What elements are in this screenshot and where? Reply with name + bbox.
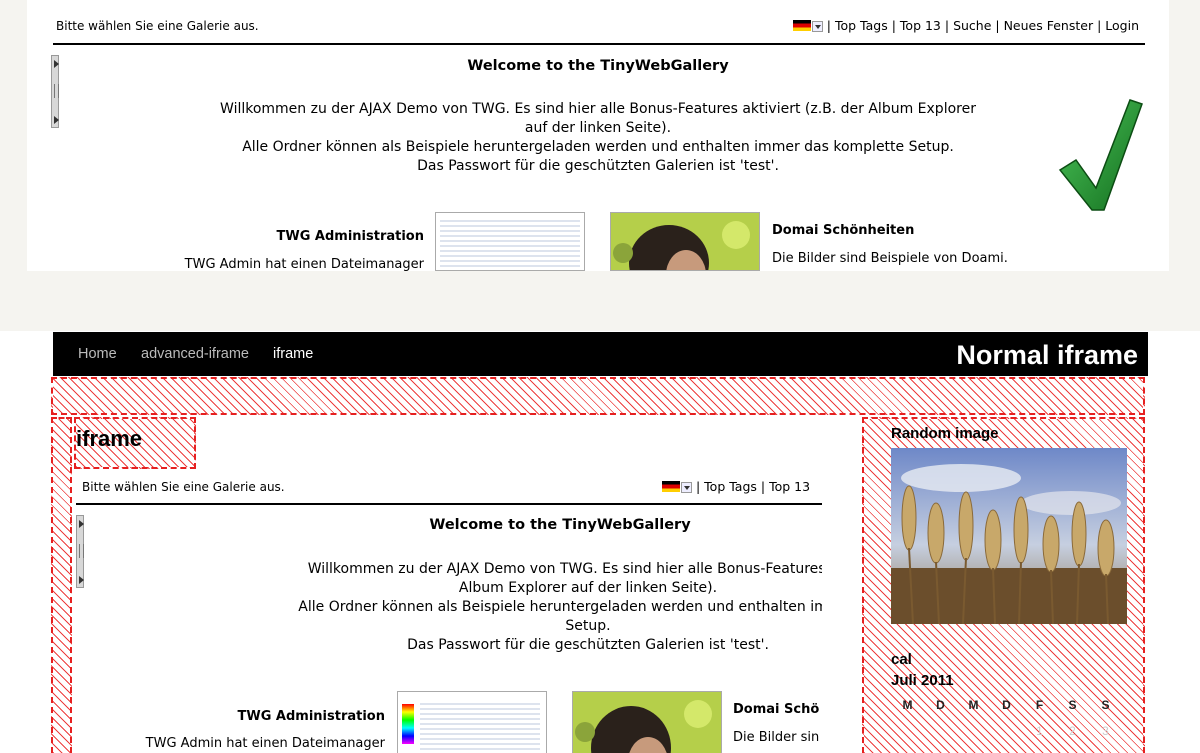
calendar-title: cal [891,651,912,668]
top-album-explorer-handle[interactable] [51,55,59,128]
login-link[interactable]: Login [1105,18,1139,33]
highlight-header-region [51,377,1145,415]
top-admin-desc: TWG Admin hat einen Dateimanager [184,257,424,272]
top-domai-title[interactable]: Domai Schönheiten [772,223,914,238]
inner-domai-desc: Die Bilder sin [733,730,820,745]
nav-iframe[interactable]: iframe [273,346,313,362]
inner-admin-thumbnail[interactable] [397,691,547,753]
thumbnail-screenshot [440,217,580,270]
top-nav: | Top Tags | Top 13 | Suche | Neues Fens… [792,18,1139,33]
banner-title: Normal iframe [956,340,1138,370]
inner-album-explorer-handle[interactable] [76,515,84,588]
calendar-weekdays: MDMDFSS [902,698,1110,712]
highlight-left-margin [51,417,72,753]
thumbnail-photo [611,213,759,270]
grip-icon [54,84,59,98]
expand-arrow-icon [79,520,84,528]
expand-arrow-icon [79,576,84,584]
inner-welcome-title: Welcome to the TinyWebGallery [429,517,691,533]
top-13-link[interactable]: Top 13 [900,18,941,33]
inner-intro: Willkommen zu der AJAX Demo von TWG. Es … [298,561,822,653]
top-admin-thumbnail[interactable] [435,212,585,271]
inner-domai-thumbnail[interactable] [572,691,722,753]
page-heading: iframe [76,426,143,451]
checkmark-icon [1058,99,1143,211]
top-welcome-title: Welcome to the TinyWebGallery [467,58,729,74]
inner-gallery-prompt: Bitte wählen Sie eine Galerie aus. [82,480,285,494]
inner-divider [76,503,822,505]
iframe-content: Bitte wählen Sie eine Galerie aus. | Top… [74,472,822,753]
inner-top-13-link[interactable]: Top 13 [769,479,810,494]
top-admin-title[interactable]: TWG Administration [277,229,424,244]
top-gallery-prompt: Bitte wählen Sie eine Galerie aus. [56,19,259,33]
top-intro: Willkommen zu der AJAX Demo von TWG. Es … [220,101,976,174]
nav-advanced-iframe[interactable]: advanced-iframe [141,346,249,362]
expand-arrow-icon [54,116,59,124]
calendar-month: Juli 2011 [891,672,954,689]
inner-admin-desc: TWG Admin hat einen Dateimanager [145,736,385,751]
german-flag-icon[interactable] [792,20,811,31]
search-link[interactable]: Suche [953,18,991,33]
inner-top-tags-link[interactable]: Top Tags [704,479,757,494]
german-flag-icon[interactable] [662,481,680,492]
random-image-title: Random image [891,425,999,442]
inner-nav: | Top Tags | Top 13 [662,479,810,494]
top-domai-thumbnail[interactable] [610,212,760,271]
grip-icon [79,544,84,558]
inner-admin-title[interactable]: TWG Administration [238,709,385,724]
top-divider [53,43,1145,45]
top-domai-desc: Die Bilder sind Beispiele von Doami. [772,251,1008,266]
nav-home[interactable]: Home [78,346,117,362]
color-palette [402,704,414,744]
calendar-week-1: 123 [1036,724,1109,738]
language-dropdown-icon[interactable] [681,482,692,493]
header-bar: Home advanced-iframe iframe Normal ifram… [53,332,1148,376]
thumbnail-photo [573,692,721,753]
new-window-link[interactable]: Neues Fenster [1004,18,1094,33]
thumbnail-screenshot [420,700,540,753]
language-dropdown-icon[interactable] [811,21,823,32]
top-tags-link[interactable]: Top Tags [835,18,888,33]
random-image[interactable] [891,448,1127,624]
inner-domai-title[interactable]: Domai Schö [733,702,819,717]
expand-arrow-icon [54,60,59,68]
